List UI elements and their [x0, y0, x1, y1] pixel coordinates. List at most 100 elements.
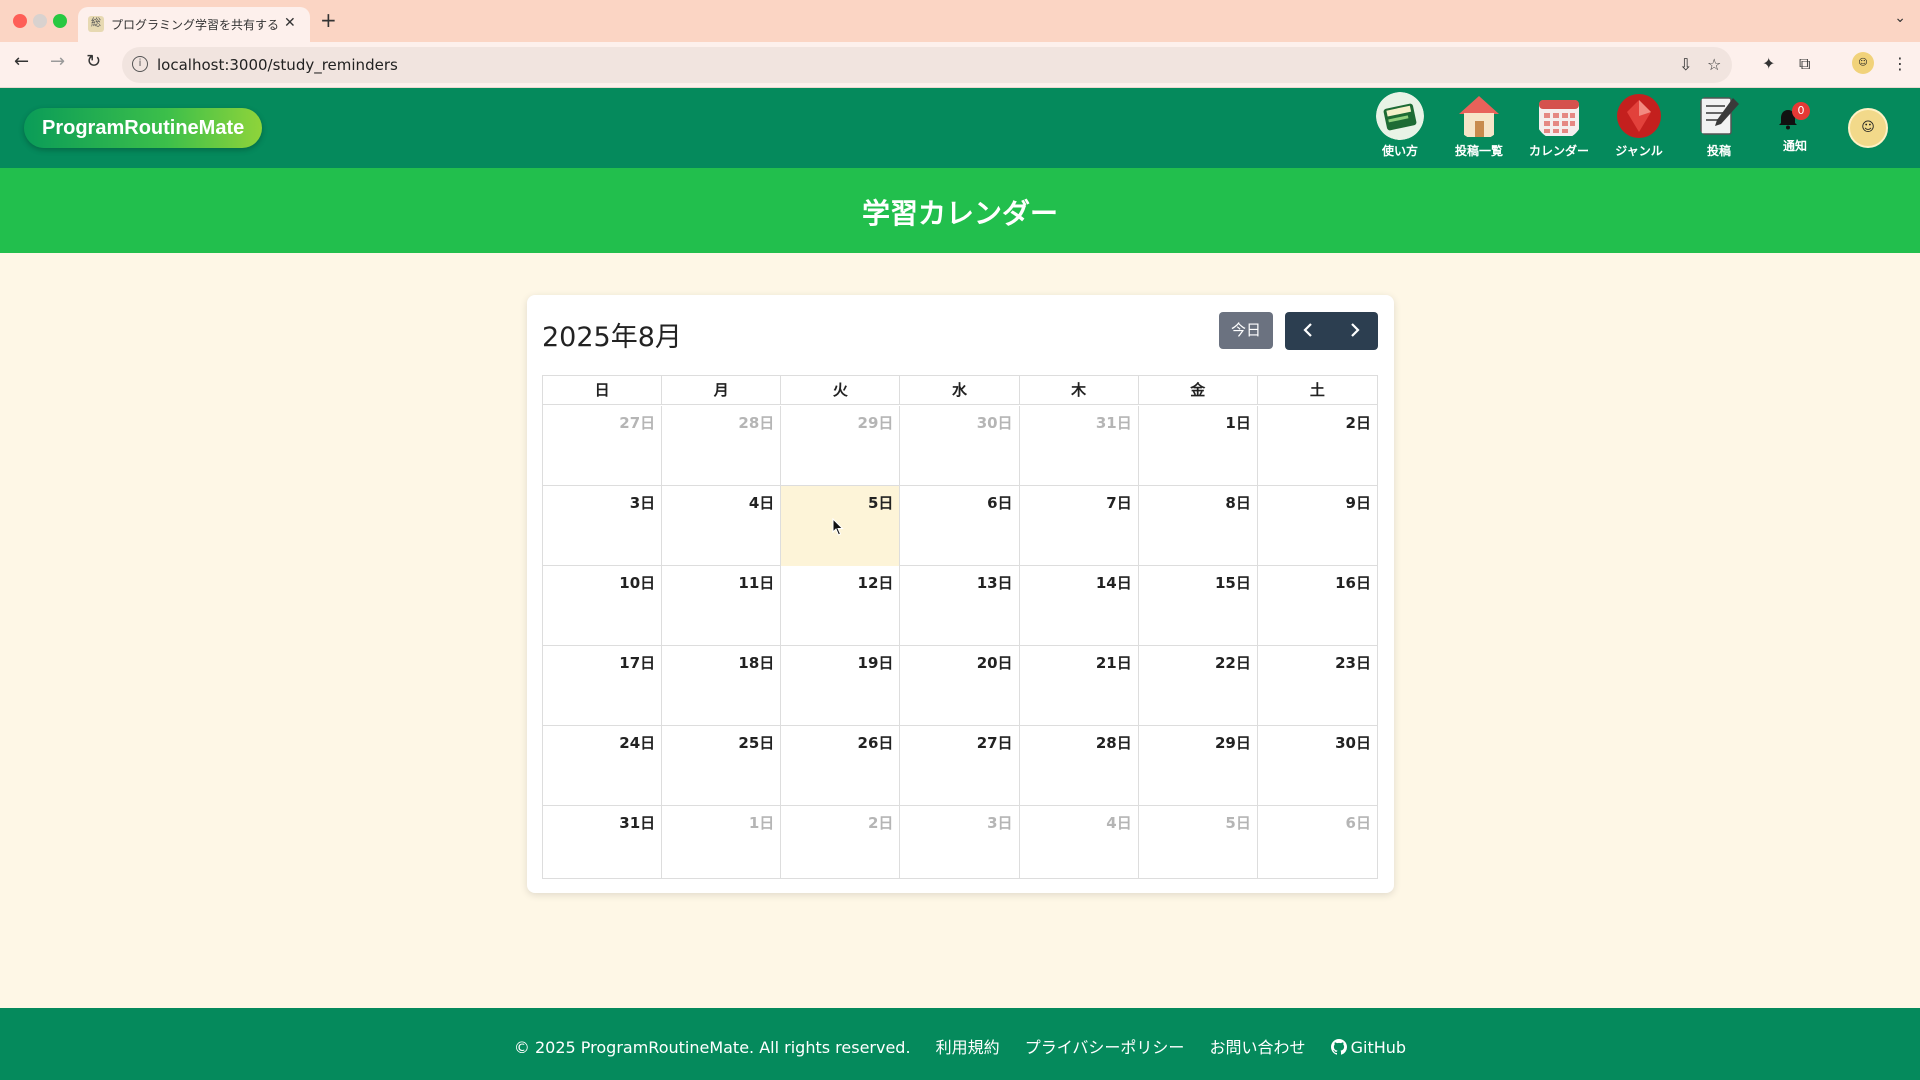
calendar-day-number: 23日	[1335, 654, 1371, 672]
calendar-day-cell[interactable]: 27日	[543, 406, 663, 486]
calendar-day-cell[interactable]: 9日	[1258, 486, 1377, 566]
address-bar[interactable]: i localhost:3000/study_reminders ⇩ ☆	[122, 47, 1732, 83]
calendar-day-cell[interactable]: 4日	[662, 486, 782, 566]
calendar-day-number: 2日	[867, 814, 894, 832]
nav-calendar-label: カレンダー	[1528, 144, 1589, 158]
calendar-day-cell[interactable]: 19日	[781, 646, 901, 726]
calendar-day-cell[interactable]: 16日	[1258, 566, 1377, 646]
calendar-day-cell[interactable]: 24日	[543, 726, 663, 806]
calendar-day-cell[interactable]: 12日	[781, 566, 901, 646]
tab-favicon-icon: 総	[88, 16, 104, 32]
calendar-day-cell[interactable]: 13日	[900, 566, 1020, 646]
calendar-day-cell[interactable]: 15日	[1139, 566, 1258, 646]
calendar-day-cell[interactable]: 2日	[781, 806, 901, 878]
calendar-day-number: 4日	[1106, 814, 1132, 832]
calendar-day-cell[interactable]: 14日	[1020, 566, 1139, 646]
nav-posts[interactable]: 投稿一覧	[1443, 92, 1515, 164]
new-tab-button[interactable]: +	[320, 8, 337, 32]
calendar-grid: 日月火水木金 土 27日 28日 29日 30日 31日 1日 2日 3日 4日 5日 6日 7日 8日 9…	[542, 375, 1378, 879]
calendar-day-cell[interactable]: 3日	[900, 806, 1020, 878]
calendar-day-cell[interactable]: 27日	[900, 726, 1020, 806]
back-arrow-icon[interactable]: ←	[14, 51, 29, 72]
calendar-day-cell[interactable]: 30日	[1258, 726, 1377, 806]
browser-menu-icon[interactable]: ⋮	[1892, 54, 1908, 73]
calendar-day-cell[interactable]: 6日	[900, 486, 1020, 566]
install-app-icon[interactable]: ⇩	[1679, 55, 1692, 74]
weekday-header: 日	[543, 376, 663, 405]
user-avatar[interactable]: ☺	[1848, 108, 1888, 148]
tab-close-icon[interactable]: ✕	[284, 15, 296, 31]
calendar-day-number: 3日	[629, 494, 656, 512]
calendar-day-cell[interactable]: 10日	[543, 566, 663, 646]
calendar-day-cell[interactable]: 3日	[543, 486, 663, 566]
nav-howto[interactable]: 使い方	[1364, 92, 1436, 164]
calendar-day-cell[interactable]: 20日	[900, 646, 1020, 726]
nav-new-post-label: 投稿	[1706, 144, 1731, 158]
footer-terms-link[interactable]: 利用規約	[936, 1038, 1000, 1057]
calendar-day-cell[interactable]: 6日	[1258, 806, 1377, 878]
calendar-day-cell[interactable]: 18日	[662, 646, 782, 726]
window-maximize-button[interactable]	[53, 14, 67, 28]
calendar-day-cell[interactable]: 21日	[1020, 646, 1139, 726]
calendar-day-number: 30日	[976, 414, 1013, 432]
house-icon	[1459, 96, 1499, 137]
nav-genre-label: ジャンル	[1615, 144, 1663, 158]
calendar-day-cell[interactable]: 8日	[1139, 486, 1258, 566]
reload-icon[interactable]: ↻	[86, 51, 101, 72]
browser-profile-avatar[interactable]: ☺	[1852, 52, 1874, 74]
calendar-day-number: 29日	[1214, 734, 1251, 752]
calendar-day-number: 16日	[1335, 574, 1371, 592]
calendar-day-cell[interactable]: 30日	[900, 406, 1020, 486]
nav-calendar[interactable]: カレンダー	[1523, 92, 1595, 164]
calendar-day-cell[interactable]: 1日	[662, 806, 782, 878]
calendar-day-cell[interactable]: 7日	[1020, 486, 1139, 566]
weekday-header: 水	[900, 376, 1020, 405]
calendar-day-number: 13日	[976, 574, 1013, 592]
calendar-day-cell[interactable]: 29日	[1139, 726, 1258, 806]
calendar-day-cell[interactable]: 31日	[1020, 406, 1139, 486]
calendar-day-cell[interactable]: 26日	[781, 726, 901, 806]
calendar-day-cell[interactable]: 25日	[662, 726, 782, 806]
calendar-day-cell[interactable]: 23日	[1258, 646, 1377, 726]
nav-new-post[interactable]: 投稿	[1683, 92, 1755, 164]
next-month-button[interactable]	[1332, 312, 1378, 350]
calendar-day-cell[interactable]: 4日	[1020, 806, 1139, 878]
calendar-day-cell[interactable]: 11日	[662, 566, 782, 646]
calendar-week-row: 10日 11日 12日 13日 14日 15日 16日	[543, 566, 1377, 646]
tab-search-chevron-icon[interactable]: ⌄	[1894, 10, 1906, 26]
calendar-day-cell[interactable]: 2日	[1258, 406, 1377, 486]
calendar-card: 2025年8月 今日 日月火水木金 土 27日 28日 29日 30日 31日 1日 2日 3日…	[527, 295, 1394, 893]
calendar-day-cell[interactable]: 1日	[1139, 406, 1258, 486]
extension-puzzle-colored-icon[interactable]: ✦	[1762, 54, 1775, 73]
window-close-button[interactable]	[13, 14, 27, 28]
calendar-icon	[1539, 100, 1579, 136]
bookmark-star-icon[interactable]: ☆	[1707, 55, 1721, 74]
footer-copyright: © 2025 ProgramRoutineMate. All rights re…	[513, 1038, 911, 1057]
page-title: 学習カレンダー	[861, 197, 1058, 230]
extensions-icon[interactable]: ⧉	[1799, 54, 1810, 74]
calendar-day-cell[interactable]: 31日	[543, 806, 663, 878]
footer-github-label: GitHub	[1350, 1038, 1407, 1057]
today-button[interactable]: 今日	[1219, 312, 1273, 349]
footer-privacy-link[interactable]: プライバシーポリシー	[1025, 1038, 1185, 1057]
site-info-icon[interactable]: i	[132, 56, 148, 72]
forward-arrow-icon[interactable]: →	[50, 51, 65, 72]
calendar-day-cell[interactable]: 22日	[1139, 646, 1258, 726]
calendar-day-cell[interactable]: 29日	[781, 406, 901, 486]
nav-notification-label[interactable]: 通知	[1770, 137, 1820, 154]
footer-contact-link[interactable]: お問い合わせ	[1210, 1038, 1306, 1057]
browser-tab[interactable]: 総 プログラミング学習を共有するア ✕	[78, 7, 310, 42]
prev-month-button[interactable]	[1285, 312, 1331, 350]
address-url[interactable]: localhost:3000/study_reminders	[157, 56, 398, 74]
calendar-day-cell[interactable]: 17日	[543, 646, 663, 726]
calendar-day-cell[interactable]: 5日	[1139, 806, 1258, 878]
calendar-day-cell[interactable]: 28日	[1020, 726, 1139, 806]
footer-github-link[interactable]: GitHub	[1330, 1038, 1407, 1057]
site-logo[interactable]: ProgramRoutineMate	[24, 108, 263, 148]
calendar-day-cell[interactable]: 28日	[662, 406, 782, 486]
mouse-cursor-icon	[832, 518, 844, 536]
window-minimize-button[interactable]	[33, 14, 47, 28]
calendar-day-number: 29日	[857, 414, 894, 432]
calendar-day-number: 27日	[976, 734, 1013, 752]
nav-genre[interactable]: ジャンル	[1603, 92, 1675, 164]
